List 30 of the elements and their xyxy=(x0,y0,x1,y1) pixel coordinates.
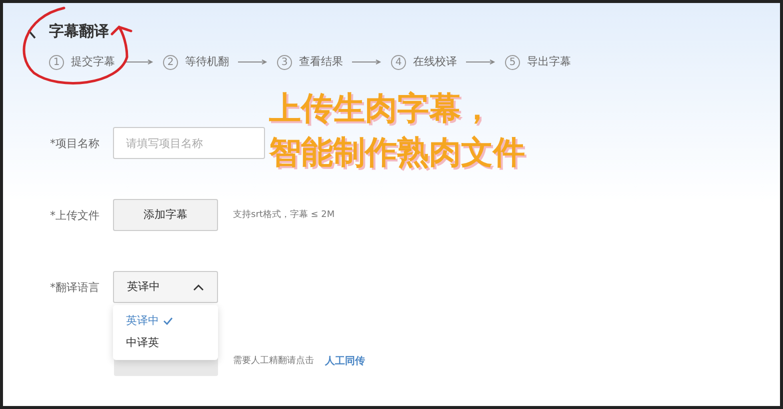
arrow-icon xyxy=(238,59,268,66)
step-number: 2 xyxy=(163,54,178,70)
add-subtitle-button[interactable]: 添加字幕 xyxy=(113,199,218,231)
dropdown-item[interactable]: 中译英 xyxy=(113,332,218,354)
dropdown-item[interactable]: 英译中 xyxy=(113,310,218,332)
arrow-icon xyxy=(352,59,382,66)
step-number: 4 xyxy=(391,54,406,70)
step-label: 等待机翻 xyxy=(185,54,229,70)
arrow-icon xyxy=(466,59,496,66)
caption-text: 智能制作熟肉文件 xyxy=(269,132,525,172)
upload-hint: 支持srt格式，字幕 ≤ 2M xyxy=(233,209,335,222)
caption-text: 上传生肉字幕， xyxy=(269,88,494,128)
field-label: *翻译语言 xyxy=(50,280,100,296)
page-title: 字幕翻译 xyxy=(49,21,109,42)
language-select[interactable]: 英译中 xyxy=(113,271,218,303)
step-label: 导出字幕 xyxy=(527,54,571,70)
step-number: 5 xyxy=(505,54,520,70)
step-label: 查看结果 xyxy=(299,54,343,70)
field-label: *上传文件 xyxy=(50,208,100,224)
project-name-field[interactable]: 请填写项目名称 xyxy=(113,127,265,159)
step-number: 1 xyxy=(49,54,64,70)
manual-translation-link[interactable]: 人工同传 xyxy=(325,354,365,369)
field-label: *项目名称 xyxy=(50,136,100,152)
check-icon xyxy=(163,317,173,325)
step-label: 提交字幕 xyxy=(71,54,115,70)
submit-hint: 需要人工精翻请点击 xyxy=(233,355,314,368)
arrow-icon xyxy=(124,59,154,66)
caret-icon xyxy=(193,284,204,290)
step-label: 在线校译 xyxy=(413,54,457,70)
step-number: 3 xyxy=(277,54,292,70)
